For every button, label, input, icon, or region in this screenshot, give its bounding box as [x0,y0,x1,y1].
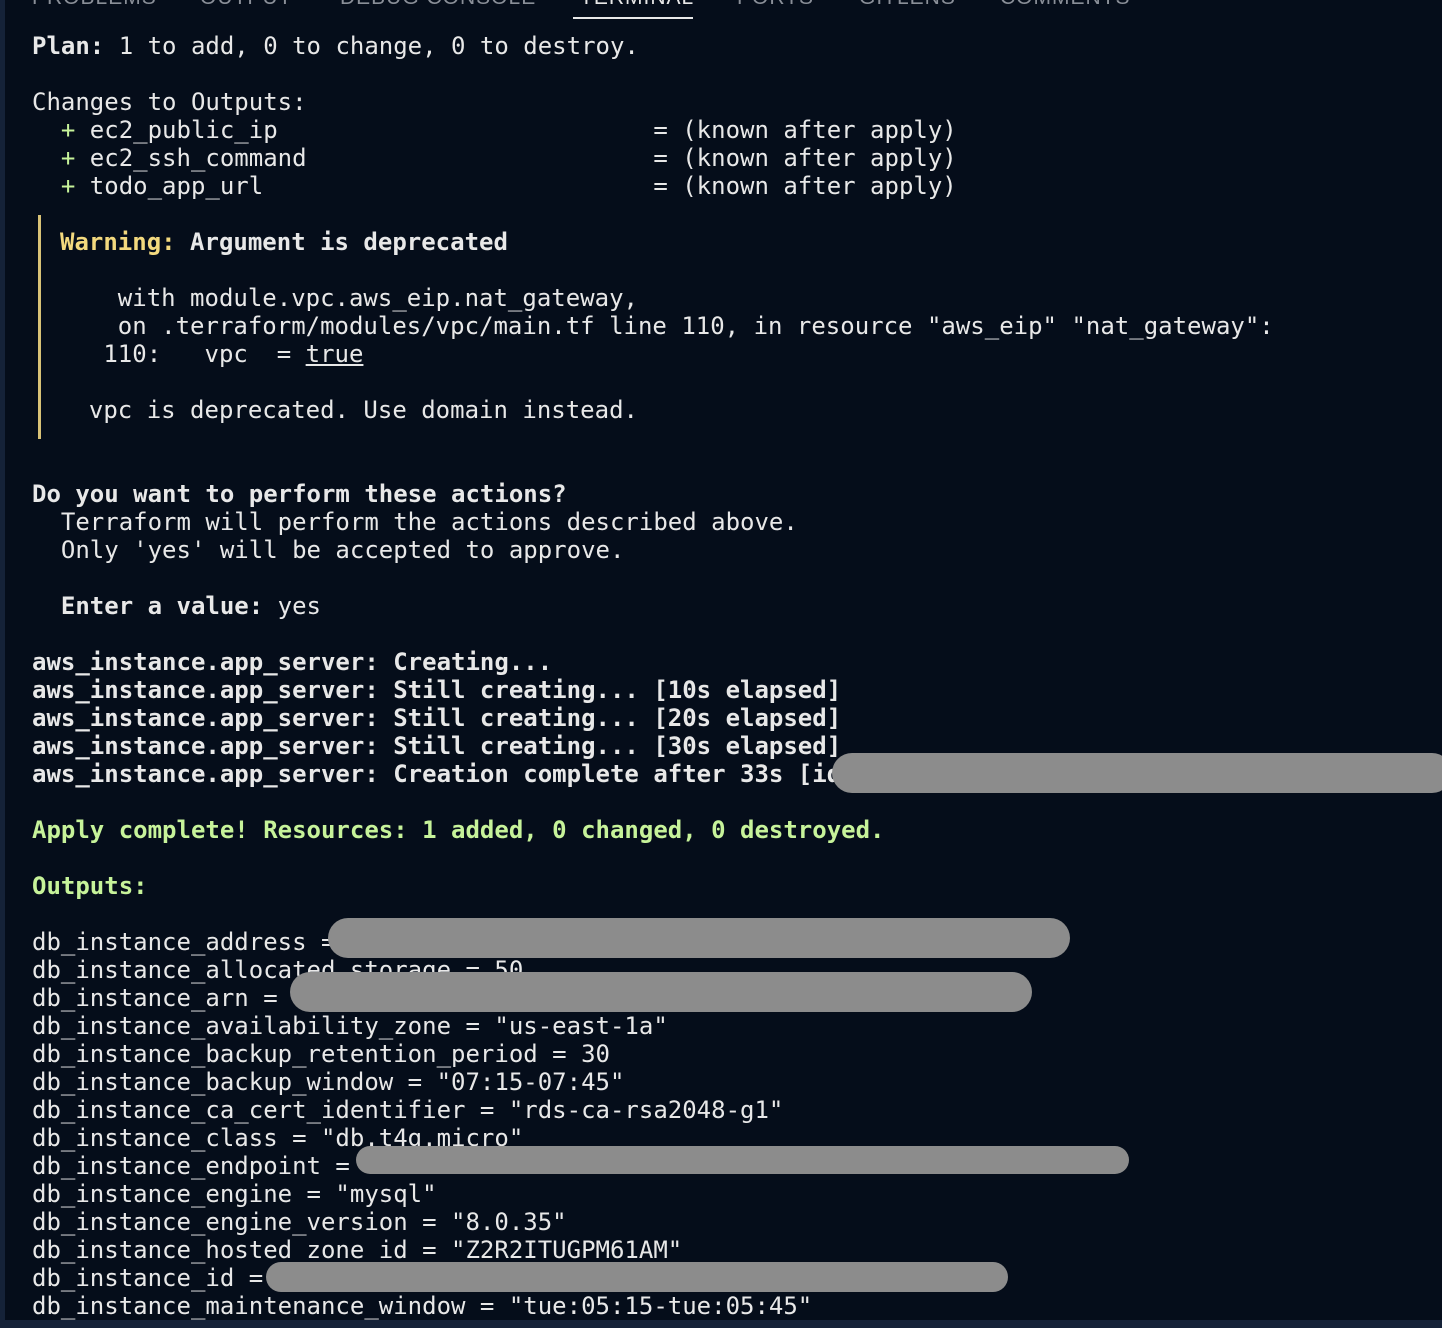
warning-title-line: Warning: Argument is deprecated [32,228,1442,256]
output-change-line: + ec2_ssh_command = (known after apply) [32,144,1442,172]
progress-status: Still creating... [30s elapsed] [378,732,842,760]
plus-sign: + [32,172,90,200]
plan-text: 1 to add, 0 to change, 0 to destroy. [104,32,639,60]
progress-status: Creation complete after 33s [id= [378,760,856,788]
progress-status: Creating... [378,648,553,676]
active-tab-indicator [573,17,693,19]
warning-with-line: with module.vpc.aws_eip.nat_gateway, [60,284,638,312]
warning-label: Warning: [60,228,176,256]
tab-output[interactable]: OUTPUT [200,0,292,10]
apply-complete-message: Apply complete! Resources: 1 added, 0 ch… [32,816,885,844]
progress-line: aws_instance.app_server: Creating... [32,648,1442,676]
output-change-line: + ec2_public_ip = (known after apply) [32,116,1442,144]
redaction-instance-id [832,753,1442,793]
enter-value-label: Enter a value: [32,592,264,620]
output-change-text: ec2_ssh_command = (known after apply) [89,144,957,172]
progress-line: aws_instance.app_server: Still creating.… [32,676,1442,704]
redaction-db-address [328,918,1070,958]
warning-on-line: on .terraform/modules/vpc/main.tf line 1… [60,312,1274,340]
changes-header: Changes to Outputs: [32,88,307,116]
enter-value-line: Enter a value: yes [32,592,1442,620]
progress-status: Still creating... [10s elapsed] [378,676,842,704]
warning-code-line: 110: vpc = true [32,340,1442,368]
redaction-db-id [266,1262,1008,1292]
plan-line: Plan: 1 to add, 0 to change, 0 to destro… [32,32,1442,60]
plus-sign: + [32,116,90,144]
output-line-db-instance-backup-retention-period: db_instance_backup_retention_period = 30 [32,1040,610,1068]
progress-resource: aws_instance.app_server: [32,760,379,788]
panel-left-border [0,0,5,1328]
prompt-line: Terraform will perform the actions descr… [32,508,798,536]
progress-resource: aws_instance.app_server: [32,676,379,704]
panel-tab-bar: PROBLEMS OUTPUT DEBUG CONSOLE TERMINAL P… [0,0,1442,22]
plus-sign: + [32,144,90,172]
output-change-line: + todo_app_url = (known after apply) [32,172,1442,200]
output-change-text: ec2_public_ip = (known after apply) [89,116,957,144]
terminal-output[interactable]: Plan: 1 to add, 0 to change, 0 to destro… [32,32,1442,1320]
progress-resource: aws_instance.app_server: [32,648,379,676]
code-prefix: 110: vpc = [60,340,306,368]
output-line-db-instance-availability-zone: db_instance_availability_zone = "us-east… [32,1012,668,1040]
panel-bottom-border [0,1320,1442,1328]
outputs-header: Outputs: [32,872,148,900]
code-value: true [305,340,364,368]
progress-status: Still creating... [20s elapsed] [378,704,842,732]
warning-title: Argument is deprecated [175,228,508,256]
output-line-db-instance-maintenance-window: db_instance_maintenance_window = "tue:05… [32,1292,813,1320]
output-line-db-instance-engine-version: db_instance_engine_version = "8.0.35" [32,1208,567,1236]
redaction-db-endpoint [356,1146,1129,1174]
tab-terminal[interactable]: TERMINAL [580,0,694,10]
progress-resource: aws_instance.app_server: [32,704,379,732]
output-line-db-instance-hosted-zone-id: db_instance_hosted_zone_id = "Z2R2ITUGPM… [32,1236,683,1264]
tab-ports[interactable]: PORTS [737,0,814,10]
output-line-db-instance-engine: db_instance_engine = "mysql" [32,1180,437,1208]
output-line-db-instance-backup-window: db_instance_backup_window = "07:15-07:45… [32,1068,625,1096]
tab-gitlens[interactable]: GITLENS [859,0,956,10]
plan-label: Plan: [32,32,105,60]
output-line-db-instance-ca-cert-identifier: db_instance_ca_cert_identifier = "rds-ca… [32,1096,784,1124]
progress-line: aws_instance.app_server: Still creating.… [32,704,1442,732]
entered-value: yes [263,592,321,620]
warning-message: vpc is deprecated. Use domain instead. [60,396,638,424]
prompt-question: Do you want to perform these actions? [32,480,567,508]
tab-comments[interactable]: COMMENTS [1000,0,1131,10]
redaction-db-arn [290,972,1032,1012]
tab-debug-console[interactable]: DEBUG CONSOLE [340,0,536,10]
progress-resource: aws_instance.app_server: [32,732,379,760]
prompt-line: Only 'yes' will be accepted to approve. [32,536,625,564]
tab-problems[interactable]: PROBLEMS [32,0,157,10]
output-change-text: todo_app_url = (known after apply) [89,172,957,200]
